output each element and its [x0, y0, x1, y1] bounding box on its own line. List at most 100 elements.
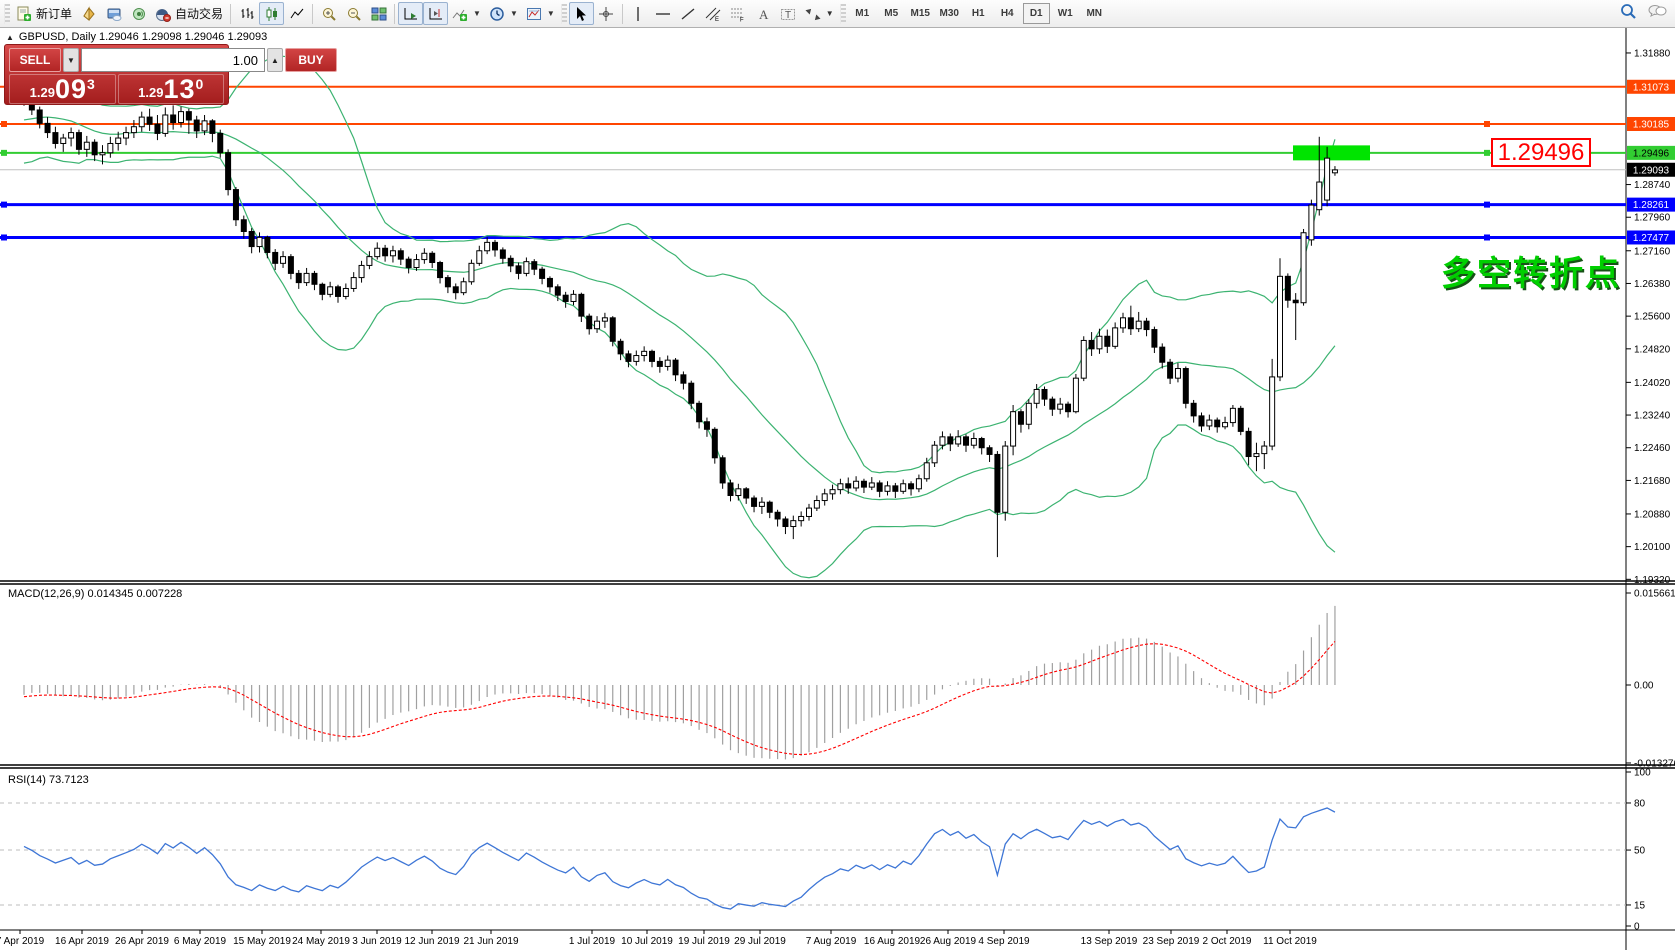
zoom-out-button[interactable] [341, 2, 366, 25]
svg-text:1.31880: 1.31880 [1634, 48, 1671, 59]
signals-icon [131, 6, 147, 22]
buy-price-prefix: 1.29 [138, 85, 163, 100]
collapse-panel-icon[interactable]: ▲ [6, 33, 14, 42]
timeframe-w1[interactable]: W1 [1052, 3, 1079, 24]
bar-chart-button[interactable] [234, 2, 259, 25]
timeframe-h1[interactable]: H1 [965, 3, 992, 24]
svg-text:3 Jun 2019: 3 Jun 2019 [352, 936, 402, 947]
main-toolbar: 新订单 自动交易 [0, 0, 1675, 28]
vertical-line-tool[interactable] [626, 2, 651, 25]
symbol-ohlc-text: GBPUSD, Daily 1.29046 1.29098 1.29046 1.… [19, 31, 267, 43]
svg-text:50: 50 [1634, 846, 1646, 857]
svg-text:1.28261: 1.28261 [1633, 200, 1670, 211]
autotrading-icon [155, 6, 171, 22]
svg-text:1.27160: 1.27160 [1634, 246, 1671, 257]
candlestick-chart-icon [264, 6, 280, 22]
crosshair-button[interactable] [594, 2, 619, 25]
svg-text:1.19320: 1.19320 [1634, 575, 1671, 586]
volume-decrease-button[interactable]: ▼ [63, 48, 79, 72]
arrows-dropdown[interactable]: ▼ [801, 2, 838, 25]
timeframe-m1[interactable]: M1 [849, 3, 876, 24]
svg-text:21 Jun 2019: 21 Jun 2019 [463, 936, 518, 947]
fibonacci-tool[interactable]: F [726, 2, 751, 25]
sell-button[interactable]: SELL [9, 48, 61, 72]
svg-text:E: E [715, 17, 719, 22]
chart-shift-button[interactable] [423, 2, 448, 25]
toolbar-separator [230, 4, 231, 24]
price-chart[interactable]: 1.318801.287401.279601.271601.263801.256… [0, 28, 1675, 950]
chevron-down-icon: ▼ [473, 9, 481, 18]
text-label-icon: T [780, 6, 796, 22]
horizontal-line-tool[interactable] [651, 2, 676, 25]
chat-icon[interactable] [1647, 2, 1667, 25]
buy-price[interactable]: 1.29 13 0 [118, 74, 225, 104]
new-order-button[interactable]: 新订单 [12, 2, 76, 25]
chevron-down-icon: ▼ [510, 9, 518, 18]
timeframe-h4[interactable]: H4 [994, 3, 1021, 24]
sell-price-pip: 3 [87, 76, 95, 92]
volume-input[interactable] [81, 48, 265, 72]
zoom-in-button[interactable] [316, 2, 341, 25]
templates-dropdown[interactable]: ▼ [522, 2, 559, 25]
line-chart-button[interactable] [284, 2, 309, 25]
turning-point-annotation: 多空转折点 [1441, 246, 1621, 295]
new-order-icon [16, 6, 32, 22]
svg-text:1.20880: 1.20880 [1634, 509, 1671, 520]
svg-text:1.30185: 1.30185 [1633, 119, 1670, 130]
trendline-tool[interactable] [676, 2, 701, 25]
sell-price-prefix: 1.29 [30, 85, 55, 100]
indicators-icon [452, 6, 468, 22]
toolbar-separator [312, 4, 313, 24]
cursor-button[interactable] [569, 2, 594, 25]
sell-price[interactable]: 1.29 09 3 [9, 74, 116, 104]
toolbar-grip[interactable] [840, 4, 846, 24]
trendline-icon [680, 6, 696, 22]
svg-text:1.27477: 1.27477 [1633, 233, 1670, 244]
svg-text:1.29093: 1.29093 [1633, 165, 1670, 176]
svg-text:1.29496: 1.29496 [1633, 148, 1670, 159]
svg-text:0.015661: 0.015661 [1634, 589, 1675, 600]
text-tool[interactable]: A [751, 2, 776, 25]
svg-text:100: 100 [1634, 768, 1651, 779]
rsi-indicator-label: RSI(14) 73.7123 [8, 774, 89, 786]
new-chart-button[interactable] [76, 2, 101, 25]
svg-text:F: F [740, 17, 744, 22]
fibonacci-icon: F [730, 6, 746, 22]
sell-price-main: 09 [55, 76, 87, 102]
chevron-down-icon: ▼ [547, 9, 555, 18]
bar-chart-icon [239, 6, 255, 22]
svg-text:0.00: 0.00 [1634, 680, 1654, 691]
svg-text:1.25600: 1.25600 [1634, 312, 1671, 323]
svg-text:1.21680: 1.21680 [1634, 476, 1671, 487]
svg-text:7 Aug 2019: 7 Aug 2019 [806, 936, 857, 947]
timeframe-m15[interactable]: M15 [907, 3, 934, 24]
candlestick-chart-button[interactable] [259, 2, 284, 25]
search-icon[interactable] [1619, 2, 1637, 25]
chart-window: 1.318801.287401.279601.271601.263801.256… [0, 28, 1675, 950]
toolbar-grip[interactable] [561, 4, 567, 24]
text-label-tool[interactable]: T [776, 2, 801, 25]
timeframe-d1[interactable]: D1 [1023, 3, 1050, 24]
toolbar-grip[interactable] [4, 4, 10, 24]
indicators-dropdown[interactable]: ▼ [448, 2, 485, 25]
timeframe-m5[interactable]: M5 [878, 3, 905, 24]
profiles-button[interactable] [101, 2, 126, 25]
svg-text:15 May 2019: 15 May 2019 [233, 936, 291, 947]
volume-increase-button[interactable]: ▲ [267, 48, 283, 72]
svg-text:24 May 2019: 24 May 2019 [292, 936, 350, 947]
tile-windows-button[interactable] [366, 2, 391, 25]
price-callout-box[interactable]: 1.29496 [1491, 138, 1591, 167]
equidistant-channel-tool[interactable]: E [701, 2, 726, 25]
periods-dropdown[interactable]: ▼ [485, 2, 522, 25]
signals-button[interactable] [126, 2, 151, 25]
svg-text:1.20100: 1.20100 [1634, 542, 1671, 553]
autotrading-button[interactable]: 自动交易 [151, 2, 227, 25]
new-chart-icon [81, 6, 97, 22]
buy-button[interactable]: BUY [285, 48, 337, 72]
timeframe-mn[interactable]: MN [1081, 3, 1108, 24]
auto-scroll-button[interactable] [398, 2, 423, 25]
timeframe-m30[interactable]: M30 [936, 3, 963, 24]
svg-text:1.28740: 1.28740 [1634, 180, 1671, 191]
periods-icon [489, 6, 505, 22]
channel-icon: E [705, 6, 721, 22]
